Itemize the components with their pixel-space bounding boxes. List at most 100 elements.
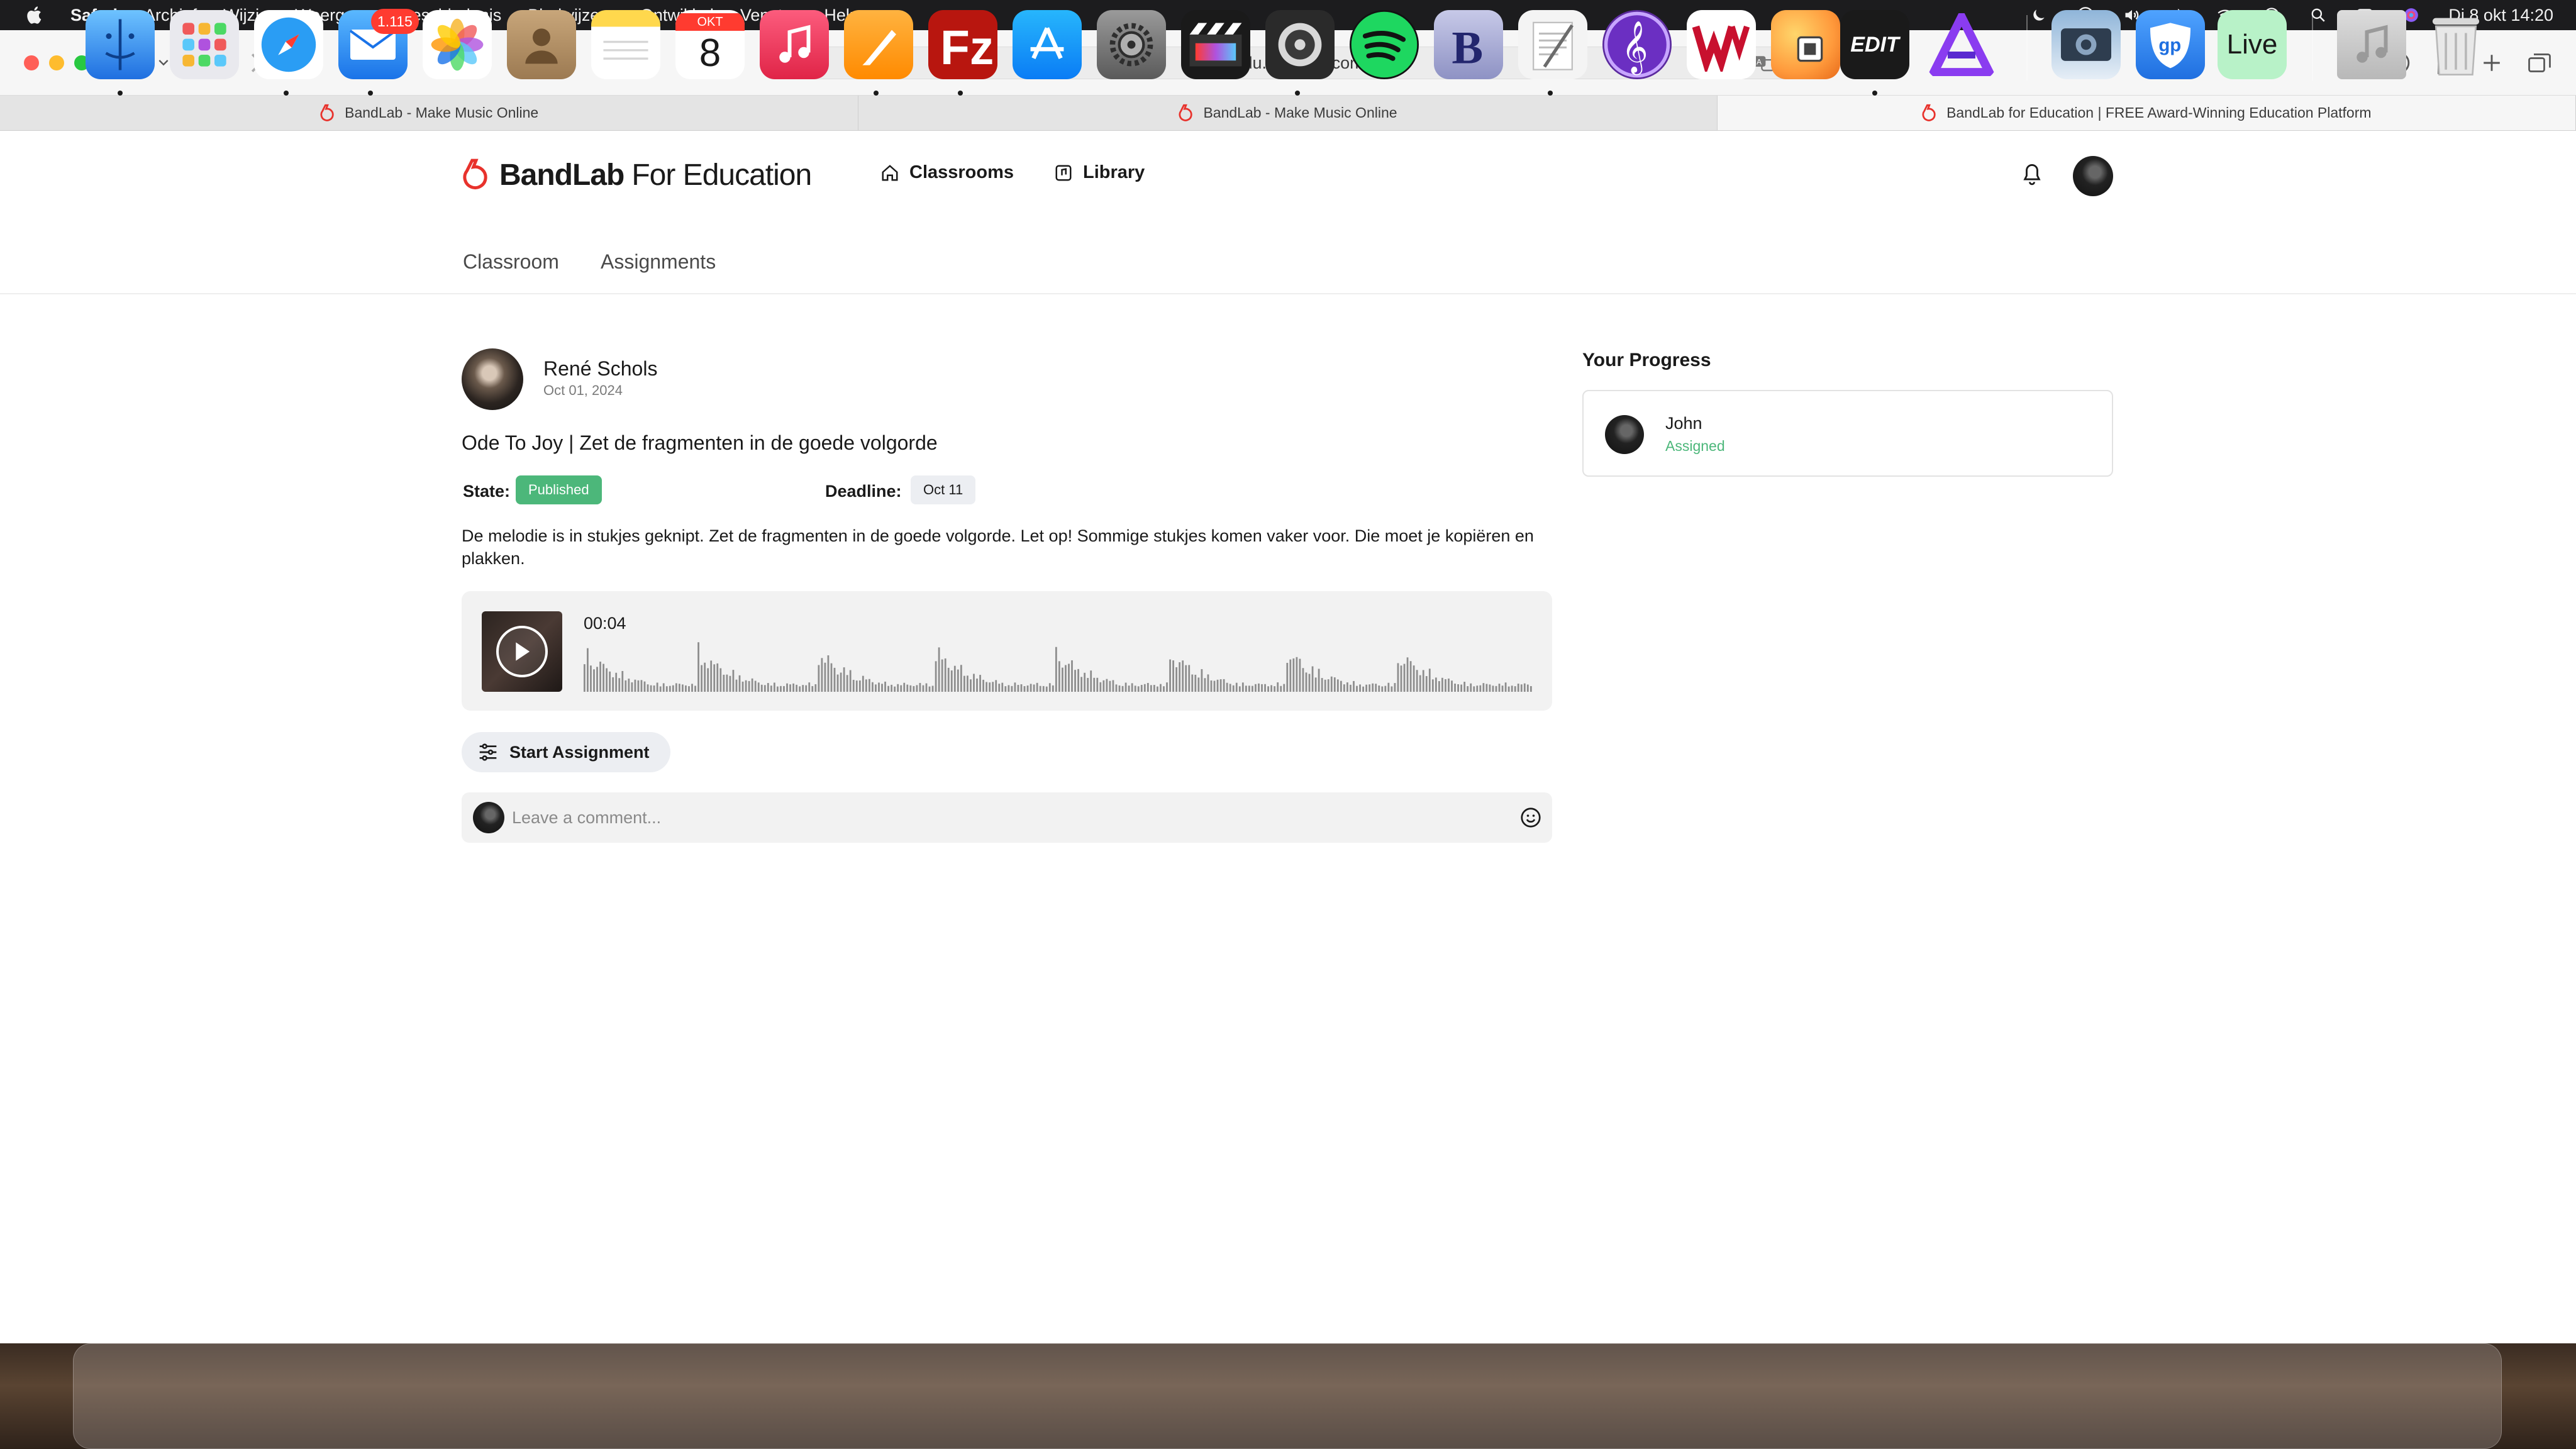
waveform-bar <box>1121 686 1124 692</box>
waveform-bar <box>1343 684 1345 692</box>
waveform-bar <box>1406 657 1409 692</box>
waveform-bar <box>1033 684 1035 692</box>
waveform-bar <box>1428 669 1431 692</box>
ableton-live-icon[interactable]: Live <box>2218 10 2287 79</box>
textedit-icon[interactable] <box>1518 10 1587 79</box>
x32-edit-icon[interactable]: EDIT <box>1840 10 1909 79</box>
trash-icon[interactable] <box>2421 10 2490 79</box>
student-name: John <box>1665 414 1702 433</box>
image-capture-icon[interactable] <box>2051 10 2121 79</box>
emoji-icon[interactable] <box>1519 806 1542 829</box>
waveform-bar <box>1090 670 1092 692</box>
safari-window: edu.bandlab.com A BandLab - Make Music O… <box>0 30 2576 1343</box>
site-header: BandLab For Education Classrooms Library… <box>0 131 2576 294</box>
running-indicator <box>1872 91 1877 96</box>
waveform-bar <box>1084 672 1086 692</box>
finder-icon[interactable] <box>86 10 155 79</box>
waveform-bar <box>935 661 937 692</box>
pixelmator-icon[interactable] <box>1771 10 1840 79</box>
waveform-bar <box>631 682 633 692</box>
audio-waveform[interactable] <box>584 639 1533 692</box>
waveform-bar <box>1226 682 1228 692</box>
waveform-bar <box>858 680 861 692</box>
waveform-bar <box>647 684 649 692</box>
nav-library[interactable]: Library <box>1054 162 1145 183</box>
track-cover[interactable] <box>482 611 562 692</box>
music-icon[interactable] <box>760 10 829 79</box>
waveform-bar <box>1175 667 1177 692</box>
waveform-bar <box>1409 661 1412 692</box>
minimize-window-button[interactable] <box>49 55 64 70</box>
waveform-bar <box>625 680 627 692</box>
author-avatar[interactable] <box>462 348 523 410</box>
waveform-bar <box>846 675 848 692</box>
waveform-bar <box>1131 683 1133 692</box>
notification-bell-icon[interactable] <box>2021 162 2043 187</box>
pages-icon[interactable] <box>844 10 913 79</box>
waveform-bar <box>1321 678 1323 692</box>
app-store-icon[interactable] <box>1013 10 1082 79</box>
spotify-icon[interactable] <box>1350 10 1419 79</box>
contacts-icon[interactable] <box>507 10 576 79</box>
waveform-bar <box>1252 686 1253 692</box>
tab-overview-icon[interactable] <box>2526 49 2553 77</box>
waveform-bar <box>1400 665 1402 692</box>
waveform-bar <box>1210 680 1213 692</box>
waveform-bar <box>1055 647 1057 692</box>
browser-tab-2[interactable]: BandLab - Make Music Online <box>858 96 1718 130</box>
subtab-classroom[interactable]: Classroom <box>463 250 559 274</box>
affinity-icon[interactable] <box>1927 10 1996 79</box>
waveform-bar <box>1146 682 1149 692</box>
waveform-bar <box>998 684 1001 692</box>
waveform-bar <box>1378 686 1380 692</box>
logic-pro-icon[interactable] <box>1265 10 1335 79</box>
bandlab-logo[interactable]: BandLab For Education <box>462 156 812 194</box>
guitar-pro-icon[interactable]: gp <box>2136 10 2205 79</box>
waveform-bar <box>1232 685 1235 692</box>
nav-classrooms[interactable]: Classrooms <box>880 162 1014 183</box>
waveform-bar <box>770 686 772 692</box>
notes-icon[interactable] <box>591 10 660 79</box>
waveform-bar <box>1454 683 1456 692</box>
subtab-assignments[interactable]: Assignments <box>601 250 716 274</box>
waveform-bar <box>1314 677 1317 692</box>
waveform-bar <box>919 682 921 692</box>
bbedit-icon[interactable]: B <box>1434 10 1503 79</box>
waveform-bar <box>612 677 614 692</box>
comment-input[interactable] <box>512 801 1493 834</box>
browser-tab-3-active[interactable]: BandLab for Education | FREE Award-Winni… <box>1717 96 2576 130</box>
waveform-bar <box>1264 684 1266 692</box>
photos-icon[interactable] <box>423 10 492 79</box>
student-progress-card[interactable]: John Assigned <box>1582 390 2113 477</box>
waveform-bar <box>1473 686 1475 692</box>
moon-icon[interactable] <box>2029 6 2048 25</box>
waveform-bar <box>1238 686 1241 692</box>
downloads-folder-icon[interactable] <box>2337 10 2406 79</box>
waveform-bar <box>682 684 684 692</box>
browser-tab-1[interactable]: BandLab - Make Music Online <box>0 96 859 130</box>
wavelab-icon[interactable] <box>1687 10 1756 79</box>
waveform-bar <box>947 667 950 692</box>
author-name[interactable]: René Schols <box>543 357 657 380</box>
waveform-bar <box>957 669 959 692</box>
waveform-bar <box>875 684 877 692</box>
close-window-button[interactable] <box>24 55 39 70</box>
apple-menu-icon[interactable] <box>25 5 45 25</box>
musescore-icon[interactable]: 𝄞 <box>1602 10 1672 79</box>
waveform-bar <box>1267 686 1269 692</box>
waveform-bar <box>862 675 864 692</box>
waveform-bar <box>701 665 702 692</box>
calendar-icon[interactable]: OKT 8 <box>675 10 745 79</box>
safari-app-icon[interactable] <box>254 10 323 79</box>
start-assignment-button[interactable]: Start Assignment <box>462 732 670 772</box>
launchpad-icon[interactable] <box>170 10 239 79</box>
user-avatar[interactable] <box>2073 156 2113 196</box>
final-cut-pro-icon[interactable] <box>1181 10 1250 79</box>
waveform-bar <box>849 670 852 692</box>
play-button[interactable] <box>496 626 548 677</box>
system-settings-icon[interactable] <box>1097 10 1166 79</box>
waveform-bar <box>606 668 608 692</box>
chevron-down-icon[interactable] <box>156 49 171 77</box>
filezilla-icon[interactable]: Fz <box>928 10 997 79</box>
svg-text:𝄞: 𝄞 <box>1621 21 1648 75</box>
